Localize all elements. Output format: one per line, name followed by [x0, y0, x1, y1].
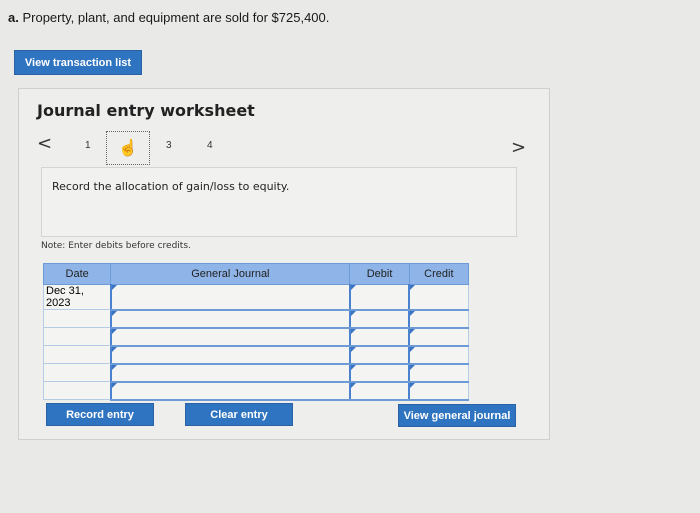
- debit-input[interactable]: [348, 345, 410, 365]
- table-row: [42, 381, 470, 401]
- debit-input[interactable]: [348, 327, 410, 347]
- table-row: [42, 363, 470, 383]
- table-row: [42, 345, 470, 365]
- hand-pointer-icon: ☝: [118, 140, 138, 157]
- credit-input[interactable]: [408, 363, 470, 383]
- page-1-tab[interactable]: 1: [85, 140, 91, 151]
- worksheet-title: Journal entry worksheet: [37, 101, 255, 120]
- date-cell: [42, 345, 112, 364]
- credit-input[interactable]: [408, 345, 470, 365]
- account-input[interactable]: [109, 309, 351, 329]
- journal-entry-worksheet: Journal entry worksheet < 1 ☝ 3 4 > Reco…: [18, 88, 550, 440]
- date-cell: [42, 327, 112, 346]
- date-cell: [42, 363, 112, 382]
- debit-input[interactable]: [348, 381, 410, 401]
- table-row: Dec 31, 2023: [42, 284, 470, 311]
- question-text: a. Property, plant, and equipment are so…: [8, 10, 329, 25]
- question-body: Property, plant, and equipment are sold …: [22, 10, 330, 25]
- instruction-text: Record the allocation of gain/loss to eq…: [52, 180, 290, 193]
- clear-entry-button[interactable]: Clear entry: [185, 403, 293, 426]
- date-cell: Dec 31, 2023: [42, 284, 112, 310]
- account-input[interactable]: [109, 284, 351, 311]
- account-input[interactable]: [109, 381, 351, 401]
- journal-table: Date General Journal Debit Credit Dec 31…: [42, 263, 470, 401]
- account-input[interactable]: [109, 345, 351, 365]
- date-cell: [42, 381, 112, 400]
- debit-input[interactable]: [348, 363, 410, 383]
- question-label: a.: [8, 10, 19, 25]
- account-input[interactable]: [109, 363, 351, 383]
- debit-input[interactable]: [348, 284, 410, 311]
- credit-input[interactable]: [408, 284, 470, 311]
- account-input[interactable]: [109, 327, 351, 347]
- general-journal-header: General Journal: [110, 263, 351, 285]
- view-transaction-list-button[interactable]: View transaction list: [14, 50, 142, 75]
- page-3-tab[interactable]: 3: [166, 140, 172, 151]
- view-general-journal-button[interactable]: View general journal: [398, 404, 516, 427]
- record-entry-button[interactable]: Record entry: [46, 403, 154, 426]
- credit-input[interactable]: [408, 309, 470, 329]
- note-text: Note: Enter debits before credits.: [41, 241, 191, 251]
- table-row: [42, 309, 470, 329]
- page-2-tab-active[interactable]: ☝: [106, 131, 150, 165]
- next-page-button[interactable]: >: [511, 137, 526, 158]
- prev-page-button[interactable]: <: [37, 133, 52, 154]
- page-4-tab[interactable]: 4: [207, 140, 213, 151]
- date-cell: [42, 309, 112, 328]
- debit-header: Debit: [349, 263, 410, 285]
- debit-input[interactable]: [348, 309, 410, 329]
- credit-input[interactable]: [408, 381, 470, 401]
- table-row: [42, 327, 470, 347]
- instruction-box: Record the allocation of gain/loss to eq…: [41, 167, 517, 237]
- date-header: Date: [42, 263, 112, 285]
- credit-input[interactable]: [408, 327, 470, 347]
- credit-header: Credit: [408, 263, 470, 285]
